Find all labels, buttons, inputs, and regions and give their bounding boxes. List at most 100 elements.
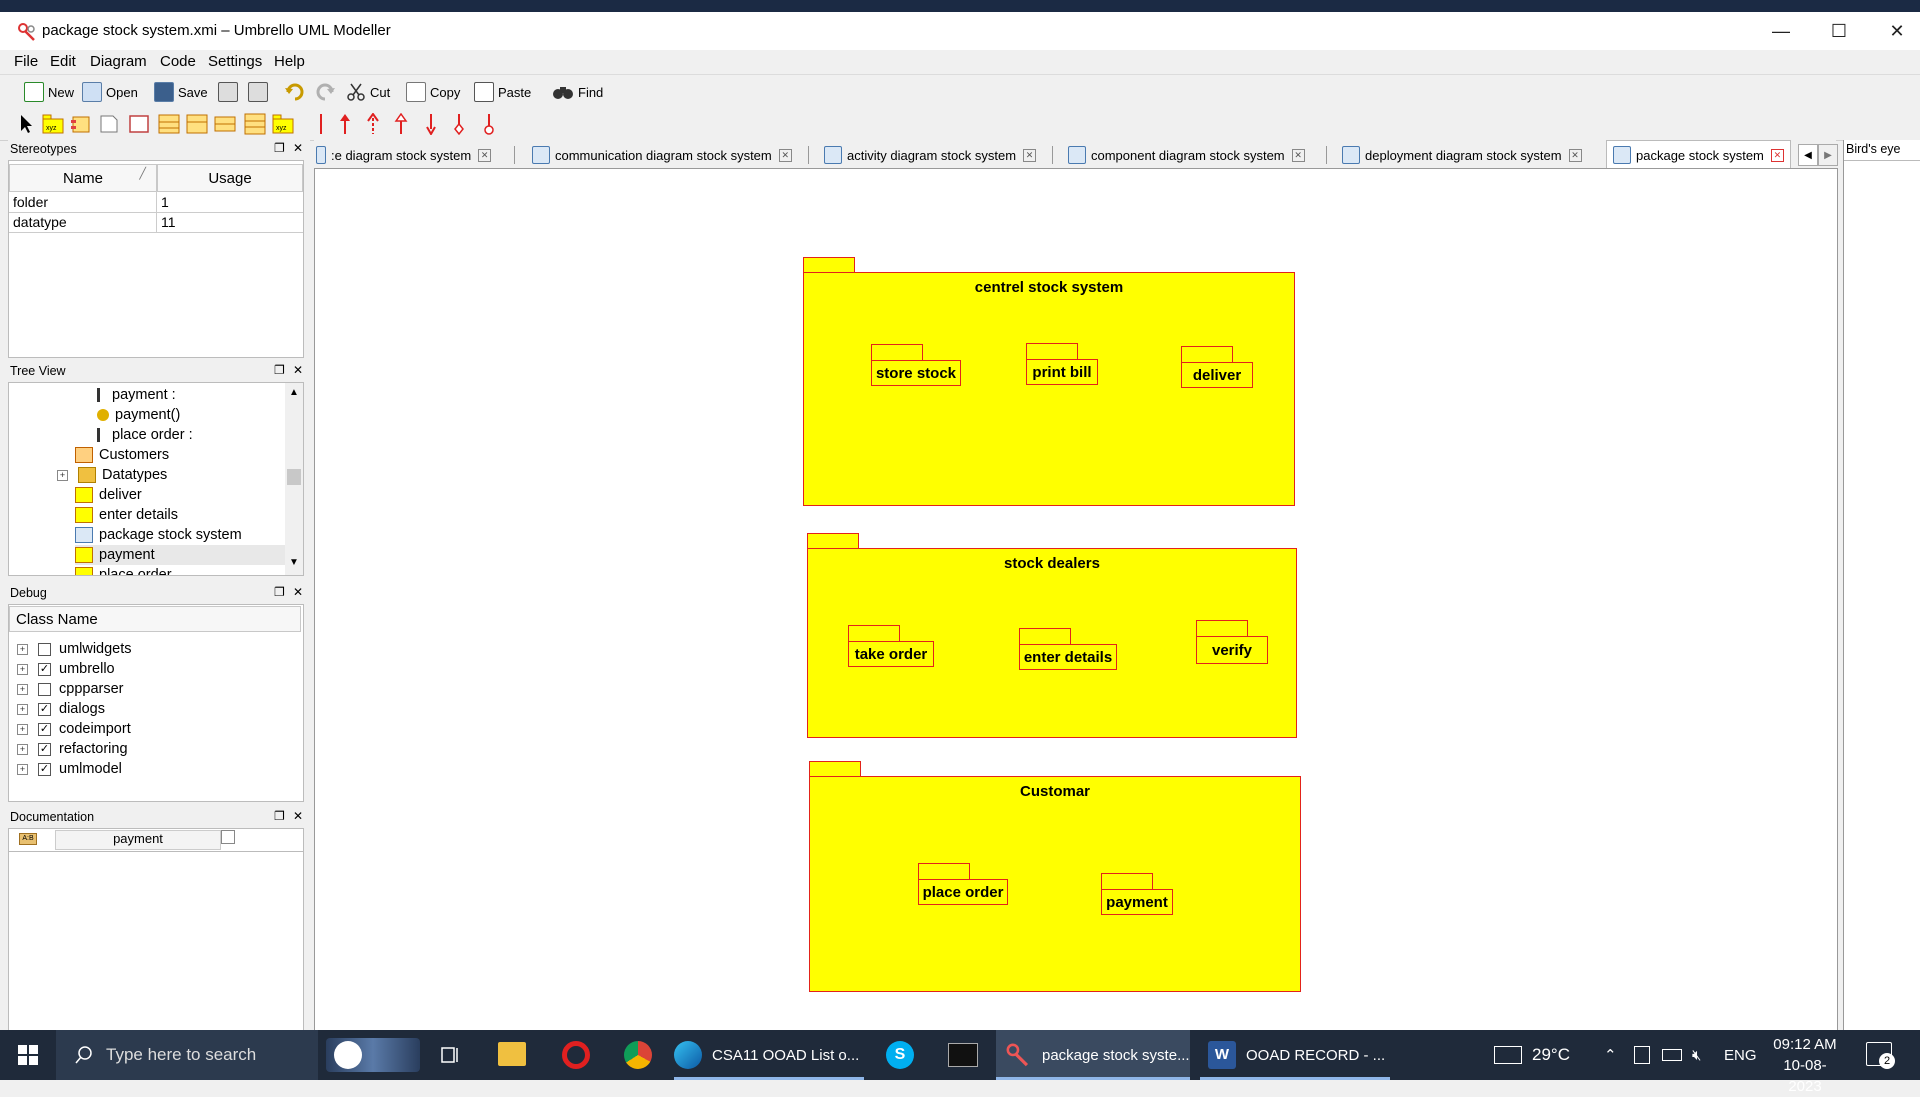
- interface-tool-icon[interactable]: [186, 113, 208, 135]
- realization-tool-icon[interactable]: [390, 113, 412, 135]
- expand-icon[interactable]: +: [17, 703, 28, 715]
- expand-icon[interactable]: +: [57, 469, 68, 481]
- save-button[interactable]: Save: [154, 80, 208, 104]
- tree-item[interactable]: place order: [75, 565, 172, 575]
- subpackage-deliver[interactable]: deliver: [1181, 362, 1253, 388]
- paste-button[interactable]: Paste: [474, 80, 531, 104]
- close-dock-icon[interactable]: ✕: [293, 141, 303, 155]
- maximize-button[interactable]: ☐: [1816, 12, 1862, 50]
- copy-button[interactable]: Copy: [406, 80, 460, 104]
- expand-icon[interactable]: +: [17, 763, 28, 775]
- column-header-name[interactable]: Name ╱: [9, 164, 157, 192]
- print-preview-button[interactable]: [248, 80, 272, 104]
- stereotype-usage[interactable]: 1: [161, 194, 169, 210]
- subpackage-enter-details[interactable]: enter details: [1019, 644, 1117, 670]
- datatype-tool-icon[interactable]: [214, 113, 236, 135]
- subpackage-payment[interactable]: payment: [1101, 889, 1173, 915]
- entity-tool-icon[interactable]: xyz: [272, 113, 294, 135]
- close-dock-icon[interactable]: ✕: [293, 585, 303, 599]
- column-header-class-name[interactable]: Class Name: [9, 606, 301, 632]
- tab-close-icon[interactable]: ✕: [1291, 148, 1305, 162]
- containment-tool-icon[interactable]: [478, 113, 500, 135]
- tab-communication-diagram[interactable]: communication diagram stock system ✕: [532, 142, 792, 168]
- box-tool-icon[interactable]: [128, 113, 150, 135]
- tree-item[interactable]: Customers: [75, 445, 169, 465]
- diagram-canvas[interactable]: centrel stock system store stock print b…: [314, 168, 1838, 1032]
- tab-scroll-left-icon[interactable]: ◀: [1798, 144, 1818, 166]
- tree-item[interactable]: package stock system: [75, 525, 242, 545]
- debug-checkbox[interactable]: ✓: [38, 702, 51, 716]
- class-tool-icon[interactable]: [158, 113, 180, 135]
- tab-component-diagram[interactable]: component diagram stock system ✕: [1068, 142, 1305, 168]
- debug-checkbox[interactable]: [38, 642, 51, 656]
- debug-class-item[interactable]: + ✓ dialogs: [17, 699, 105, 719]
- opera-browser-icon[interactable]: [562, 1041, 590, 1069]
- subpackage-take-order[interactable]: take order: [848, 641, 934, 667]
- windows-start-icon[interactable]: [18, 1045, 38, 1065]
- column-header-usage[interactable]: Usage: [157, 164, 303, 192]
- tab-diagram[interactable]: :e diagram stock system ✕: [316, 142, 500, 168]
- tree-item[interactable]: + Datatypes: [57, 465, 167, 485]
- menu-settings[interactable]: Settings: [208, 53, 262, 70]
- generalization-tool-icon[interactable]: [334, 113, 356, 135]
- system-clock[interactable]: 09:12 AM 10-08-2023: [1770, 1034, 1840, 1097]
- debug-checkbox[interactable]: ✓: [38, 762, 51, 776]
- tab-scroll-right-icon[interactable]: ▶: [1818, 144, 1838, 166]
- taskbar-app-umbrello[interactable]: package stock syste...: [996, 1030, 1190, 1080]
- menu-help[interactable]: Help: [274, 53, 305, 70]
- tree-item[interactable]: place order :: [97, 425, 193, 445]
- scroll-down-icon[interactable]: ▼: [289, 557, 299, 568]
- select-arrow-icon[interactable]: [16, 113, 38, 135]
- menu-file[interactable]: File: [14, 53, 38, 70]
- new-button[interactable]: New: [24, 80, 74, 104]
- tab-close-icon[interactable]: ✕: [1023, 148, 1037, 162]
- debug-class-item[interactable]: + ✓ umlmodel: [17, 759, 122, 779]
- close-dock-icon[interactable]: ✕: [293, 363, 303, 377]
- taskbar-app-edge[interactable]: CSA11 OOAD List o...: [674, 1030, 864, 1080]
- debug-class-item[interactable]: + cppparser: [17, 679, 123, 699]
- cut-button[interactable]: Cut: [346, 80, 390, 104]
- debug-class-item[interactable]: + ✓ codeimport: [17, 719, 131, 739]
- subpackage-print-bill[interactable]: print bill: [1026, 359, 1098, 385]
- documentation-checkbox[interactable]: [221, 830, 235, 844]
- notification-center-icon[interactable]: 2: [1866, 1042, 1895, 1069]
- debug-checkbox[interactable]: ✓: [38, 662, 51, 676]
- redo-button[interactable]: [314, 80, 336, 104]
- association-tool-icon[interactable]: [310, 113, 332, 135]
- stereotype-name[interactable]: folder: [13, 194, 48, 210]
- tab-deployment-diagram[interactable]: deployment diagram stock system ✕: [1342, 142, 1582, 168]
- chrome-browser-icon[interactable]: [624, 1041, 652, 1069]
- dependency-tool-icon[interactable]: [362, 113, 384, 135]
- volume-control[interactable]: 🔇︎: [1692, 1030, 1701, 1080]
- stereotype-name[interactable]: datatype: [13, 214, 67, 230]
- expand-icon[interactable]: +: [17, 743, 28, 755]
- debug-checkbox[interactable]: [38, 682, 51, 696]
- close-button[interactable]: ✕: [1874, 12, 1920, 50]
- debug-checkbox[interactable]: ✓: [38, 742, 51, 756]
- tab-close-icon[interactable]: ✕: [478, 148, 492, 162]
- language-indicator[interactable]: ENG: [1724, 1030, 1757, 1080]
- task-view-icon[interactable]: [440, 1045, 460, 1065]
- menu-code[interactable]: Code: [160, 53, 196, 70]
- minimize-button[interactable]: —: [1758, 12, 1804, 50]
- note-tool-icon[interactable]: [98, 113, 120, 135]
- meet-now-icon[interactable]: [1634, 1030, 1650, 1080]
- package-customar[interactable]: Customar: [809, 776, 1301, 992]
- float-dock-icon[interactable]: ❐: [274, 363, 285, 377]
- stereotype-usage[interactable]: 11: [161, 214, 176, 230]
- file-explorer-icon[interactable]: [498, 1042, 526, 1066]
- menu-diagram[interactable]: Diagram: [90, 53, 147, 70]
- find-button[interactable]: Find: [552, 80, 603, 104]
- taskbar-search-box[interactable]: Type here to search: [56, 1030, 318, 1080]
- package-tool-icon[interactable]: xyz: [42, 113, 64, 135]
- expand-icon[interactable]: +: [17, 723, 28, 735]
- expand-icon[interactable]: +: [17, 683, 28, 695]
- debug-class-item[interactable]: + ✓ refactoring: [17, 739, 128, 759]
- close-dock-icon[interactable]: ✕: [293, 809, 303, 823]
- tab-close-icon[interactable]: ✕: [1770, 148, 1784, 162]
- news-widget[interactable]: [326, 1038, 420, 1072]
- tree-item[interactable]: payment :: [97, 385, 176, 405]
- terminal-icon[interactable]: [948, 1043, 978, 1067]
- subpackage-verify[interactable]: verify: [1196, 636, 1268, 664]
- weather-widget[interactable]: 29°C: [1494, 1030, 1570, 1080]
